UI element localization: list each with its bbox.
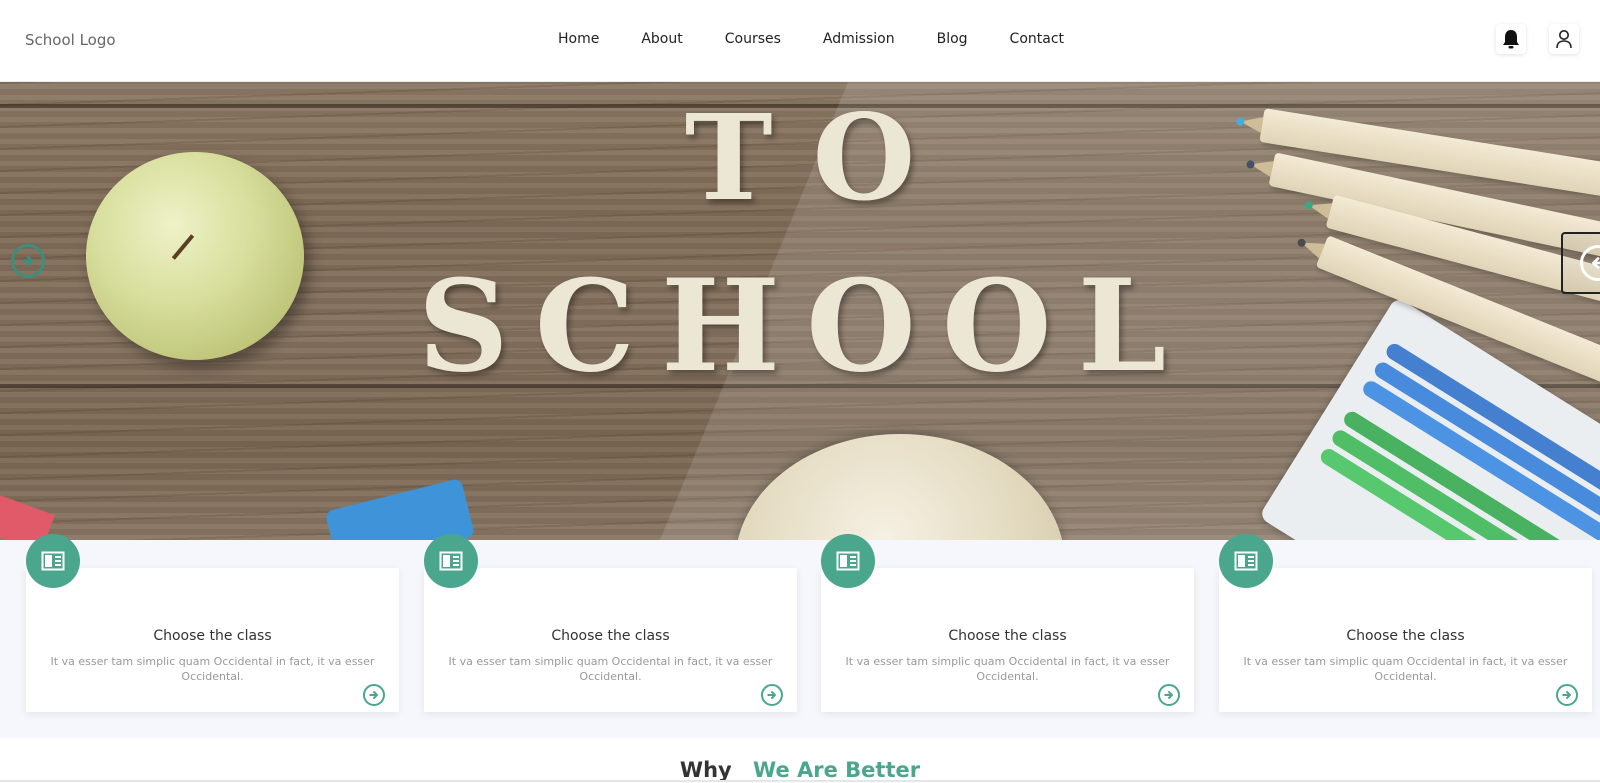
feature-link-button[interactable] xyxy=(1556,684,1578,706)
feature-link-button[interactable] xyxy=(761,684,783,706)
feature-card: Choose the class It va esser tam simplic… xyxy=(424,534,797,712)
feature-card: Choose the class It va esser tam simplic… xyxy=(821,534,1194,712)
feature-badge xyxy=(26,534,80,588)
nav-home[interactable]: Home xyxy=(558,31,599,47)
arrow-right-icon xyxy=(21,255,34,267)
crayon-image xyxy=(324,477,476,540)
feature-title: Choose the class xyxy=(948,628,1067,644)
feature-link-button[interactable] xyxy=(363,684,385,706)
nav-contact[interactable]: Contact xyxy=(1010,31,1064,47)
feature-badge xyxy=(1219,534,1273,588)
book-open-icon xyxy=(836,551,860,571)
feature-title: Choose the class xyxy=(551,628,670,644)
hero-title-line-2: SCHOOL xyxy=(417,252,1193,400)
hero-title-line-1: TO xyxy=(684,88,956,227)
why-heading-part-1: Why xyxy=(679,758,732,782)
feature-title: Choose the class xyxy=(153,628,272,644)
site-header: School Logo Home About Courses Admission… xyxy=(0,0,1600,82)
why-heading: Why We Are Better xyxy=(0,758,1600,782)
notifications-button[interactable] xyxy=(1496,24,1526,54)
feature-description: It va esser tam simplic quam Occidental … xyxy=(448,655,773,683)
book-open-icon xyxy=(41,551,65,571)
nav-courses[interactable]: Courses xyxy=(725,31,781,47)
book-open-icon xyxy=(1234,551,1258,571)
book-open-icon xyxy=(439,551,463,571)
feature-link-button[interactable] xyxy=(1158,684,1180,706)
slider-next-button[interactable] xyxy=(11,244,45,278)
crayon-image xyxy=(0,491,55,540)
feature-card: Choose the class It va esser tam simplic… xyxy=(1219,534,1592,712)
bell-icon xyxy=(1503,30,1519,49)
arrow-right-icon xyxy=(369,691,378,699)
nav-about[interactable]: About xyxy=(641,31,682,47)
slider-prev-button[interactable] xyxy=(1561,232,1600,294)
account-button[interactable] xyxy=(1549,24,1579,54)
feature-badge xyxy=(821,534,875,588)
arrow-right-icon xyxy=(1562,691,1571,699)
hero-banner: TO SCHOOL xyxy=(0,82,1600,540)
user-icon xyxy=(1556,30,1572,49)
feature-description: It va esser tam simplic quam Occidental … xyxy=(1243,655,1568,683)
feature-description: It va esser tam simplic quam Occidental … xyxy=(845,655,1170,683)
school-logo[interactable]: School Logo xyxy=(25,31,116,49)
features-section: Choose the class It va esser tam simplic… xyxy=(0,534,1600,738)
feature-description: It va esser tam simplic quam Occidental … xyxy=(50,655,375,683)
main-nav: Home About Courses Admission Blog Contac… xyxy=(558,31,1064,47)
arrow-right-icon xyxy=(1164,691,1173,699)
feature-title: Choose the class xyxy=(1346,628,1465,644)
why-heading-part-2: We Are Better xyxy=(753,758,921,782)
feature-badge xyxy=(424,534,478,588)
nav-blog[interactable]: Blog xyxy=(937,31,968,47)
arrow-left-icon xyxy=(1592,257,1600,269)
arrow-right-icon xyxy=(767,691,776,699)
feature-card: Choose the class It va esser tam simplic… xyxy=(26,534,399,712)
divider xyxy=(0,780,1600,782)
nav-admission[interactable]: Admission xyxy=(823,31,895,47)
